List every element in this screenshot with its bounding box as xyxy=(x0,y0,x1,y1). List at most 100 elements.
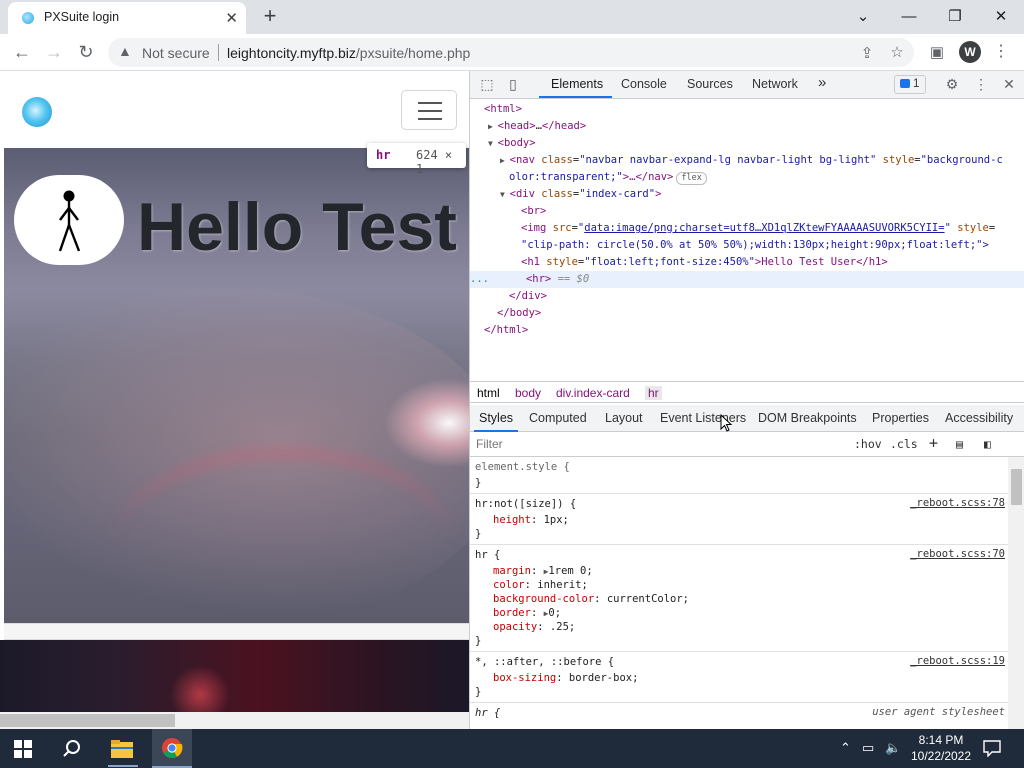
breadcrumb-body[interactable]: body xyxy=(515,386,541,400)
rendering-emulation-icon[interactable]: ▤ xyxy=(956,437,963,451)
security-label[interactable]: Not secure xyxy=(142,45,210,61)
file-explorer-icon[interactable] xyxy=(110,739,134,759)
tab-accessibility[interactable]: Accessibility xyxy=(945,411,1013,425)
show-hidden-icons-icon[interactable]: ⌃ xyxy=(840,740,851,756)
styles-subtabs: Styles Computed Layout Event Listeners D… xyxy=(470,405,1024,432)
share-icon[interactable]: ⇪ xyxy=(856,44,878,62)
navbar-toggler-button[interactable] xyxy=(401,90,457,130)
tab-properties[interactable]: Properties xyxy=(872,411,929,425)
dom-node-hr-selected[interactable]: ... <hr> == $0 xyxy=(470,271,1024,288)
browser-tab[interactable]: PXSuite login ✕ xyxy=(8,2,246,34)
close-window-button[interactable]: ✕ xyxy=(978,4,1024,30)
warning-icon[interactable]: ▲ xyxy=(118,43,132,59)
more-tabs-icon[interactable]: » xyxy=(818,74,826,91)
styles-filter-input[interactable]: Filter xyxy=(476,437,503,451)
style-rule-element[interactable]: element.style { } xyxy=(470,457,1008,494)
close-devtools-icon[interactable]: ✕ xyxy=(1000,76,1018,93)
class-toggle[interactable]: .cls xyxy=(890,437,918,451)
tab-search-button[interactable]: ⌄ xyxy=(840,4,886,30)
highlighted-hr xyxy=(4,623,469,640)
dom-node-h1[interactable]: <h1 style="float:left;font-size:450%">He… xyxy=(521,254,1024,271)
system-clock[interactable]: 8:14 PM 10/22/2022 xyxy=(906,732,976,764)
scrollbar-thumb[interactable] xyxy=(1011,469,1022,505)
windows-start-icon[interactable] xyxy=(14,740,32,758)
tab-dom-breakpoints[interactable]: DOM Breakpoints xyxy=(758,411,857,425)
close-tab-icon[interactable]: ✕ xyxy=(225,9,238,27)
tab-elements[interactable]: Elements xyxy=(551,77,603,91)
browser-tab-strip: PXSuite login ✕ + ⌄ — ❐ ✕ xyxy=(0,0,1024,34)
new-rule-icon[interactable]: + xyxy=(929,434,938,452)
dom-node-body-close[interactable]: </body> xyxy=(497,305,1024,322)
tooltip-tag: hr xyxy=(376,148,391,162)
hamburger-line xyxy=(418,102,442,104)
device-toolbar-icon[interactable]: ▯ xyxy=(504,76,522,93)
flex-badge[interactable]: flex xyxy=(676,172,707,185)
favicon-icon xyxy=(22,12,34,24)
address-bar[interactable]: ▲ Not secure leightoncity.myftp.biz/pxsu… xyxy=(108,38,914,67)
styles-vertical-scrollbar[interactable] xyxy=(1008,457,1024,729)
breadcrumb-hr[interactable]: hr xyxy=(645,386,662,400)
tab-title: PXSuite login xyxy=(44,10,120,24)
volume-icon[interactable]: 🔈 xyxy=(885,740,901,756)
restore-button[interactable]: ❐ xyxy=(932,4,978,30)
issues-count: 1 xyxy=(913,78,920,90)
side-panel-icon[interactable]: ▣ xyxy=(926,43,948,61)
notifications-icon[interactable] xyxy=(983,740,1001,757)
browser-toolbar: ← → ↻ ▲ Not secure leightoncity.myftp.bi… xyxy=(0,34,1024,71)
page-viewport: Hello Test hr 624 × 1 xyxy=(0,71,469,729)
index-card: Hello Test xyxy=(4,148,469,623)
minimize-button[interactable]: — xyxy=(886,4,932,30)
tab-styles[interactable]: Styles xyxy=(479,411,513,425)
style-rule-user-agent[interactable]: hr { user agent stylesheet xyxy=(470,703,1008,729)
tab-layout[interactable]: Layout xyxy=(605,411,643,425)
style-rule-universal[interactable]: *, ::after, ::before { _reboot.scss:19 b… xyxy=(470,652,1008,703)
tab-computed[interactable]: Computed xyxy=(529,411,587,425)
breadcrumb-div[interactable]: div.index-card xyxy=(556,386,630,400)
style-rule-hr[interactable]: hr { _reboot.scss:70 margin: ▶1rem 0; co… xyxy=(470,545,1008,652)
tab-console[interactable]: Console xyxy=(621,77,667,91)
url-path: /pxsuite/home.php xyxy=(355,45,471,61)
dom-node-div[interactable]: ▼ <div class="index-card"> xyxy=(500,186,1024,203)
tab-network[interactable]: Network xyxy=(752,77,798,91)
tab-sources[interactable]: Sources xyxy=(687,77,733,91)
styles-filter-row: Filter :hov .cls + ▤ ◧ xyxy=(470,432,1024,457)
menu-kebab-icon[interactable]: ⋮ xyxy=(990,41,1012,61)
chrome-taskbar-button[interactable] xyxy=(152,729,192,768)
dom-node-html[interactable]: <html> xyxy=(484,101,1024,118)
dom-node-html-close[interactable]: </html> xyxy=(484,322,1024,339)
search-icon[interactable] xyxy=(62,739,82,759)
divider xyxy=(218,44,219,61)
user-avatar-image xyxy=(14,175,124,265)
url-domain: leightoncity.myftp.biz xyxy=(227,45,356,61)
dom-node-body[interactable]: ▼ <body> xyxy=(488,135,1024,152)
reload-icon[interactable]: ↻ xyxy=(73,40,99,66)
site-logo[interactable] xyxy=(22,97,52,127)
url-text[interactable]: leightoncity.myftp.biz/pxsuite/home.php xyxy=(227,45,470,61)
dom-node-head[interactable]: ▶ <head>…</head> xyxy=(488,118,1024,135)
profile-avatar[interactable]: W xyxy=(959,41,981,63)
img-src-link[interactable]: data:image/png;charset=utf8…XD1qlZKtewFY… xyxy=(584,222,944,234)
toggle-sidebar-icon[interactable]: ◧ xyxy=(984,437,991,451)
style-rule-hr-not-size[interactable]: hr:not([size]) { _reboot.scss:78 height:… xyxy=(470,494,1008,545)
devtools-menu-icon[interactable]: ⋮ xyxy=(972,76,990,93)
bookmark-star-icon[interactable]: ☆ xyxy=(886,43,908,61)
network-icon[interactable]: ▭ xyxy=(862,740,874,756)
page-horizontal-scrollbar[interactable] xyxy=(0,712,469,729)
new-tab-button[interactable]: + xyxy=(258,3,282,29)
chrome-icon xyxy=(162,738,183,759)
breadcrumb-html[interactable]: html xyxy=(477,386,500,400)
settings-gear-icon[interactable]: ⚙ xyxy=(943,76,961,93)
dom-node-br[interactable]: <br> xyxy=(521,203,1024,220)
back-icon[interactable]: ← xyxy=(9,40,35,66)
dom-node-nav-cont[interactable]: olor:transparent;">…</nav> flex xyxy=(509,169,1024,186)
inspect-element-icon[interactable]: ⬚ xyxy=(478,76,496,93)
message-icon xyxy=(900,79,910,88)
dom-node-img[interactable]: <img src="data:image/png;charset=utf8…XD… xyxy=(521,220,1024,237)
dom-node-img-cont[interactable]: "clip-path: circle(50.0% at 50% 50%);wid… xyxy=(521,237,1024,254)
hover-state-toggle[interactable]: :hov xyxy=(854,437,882,451)
forward-icon[interactable]: → xyxy=(41,40,67,66)
dom-node-div-close[interactable]: </div> xyxy=(509,288,1024,305)
dom-node-nav[interactable]: ▶ <nav class="navbar navbar-expand-lg na… xyxy=(500,152,1024,169)
issues-badge[interactable]: 1 xyxy=(894,75,926,94)
scrollbar-thumb[interactable] xyxy=(0,714,175,727)
